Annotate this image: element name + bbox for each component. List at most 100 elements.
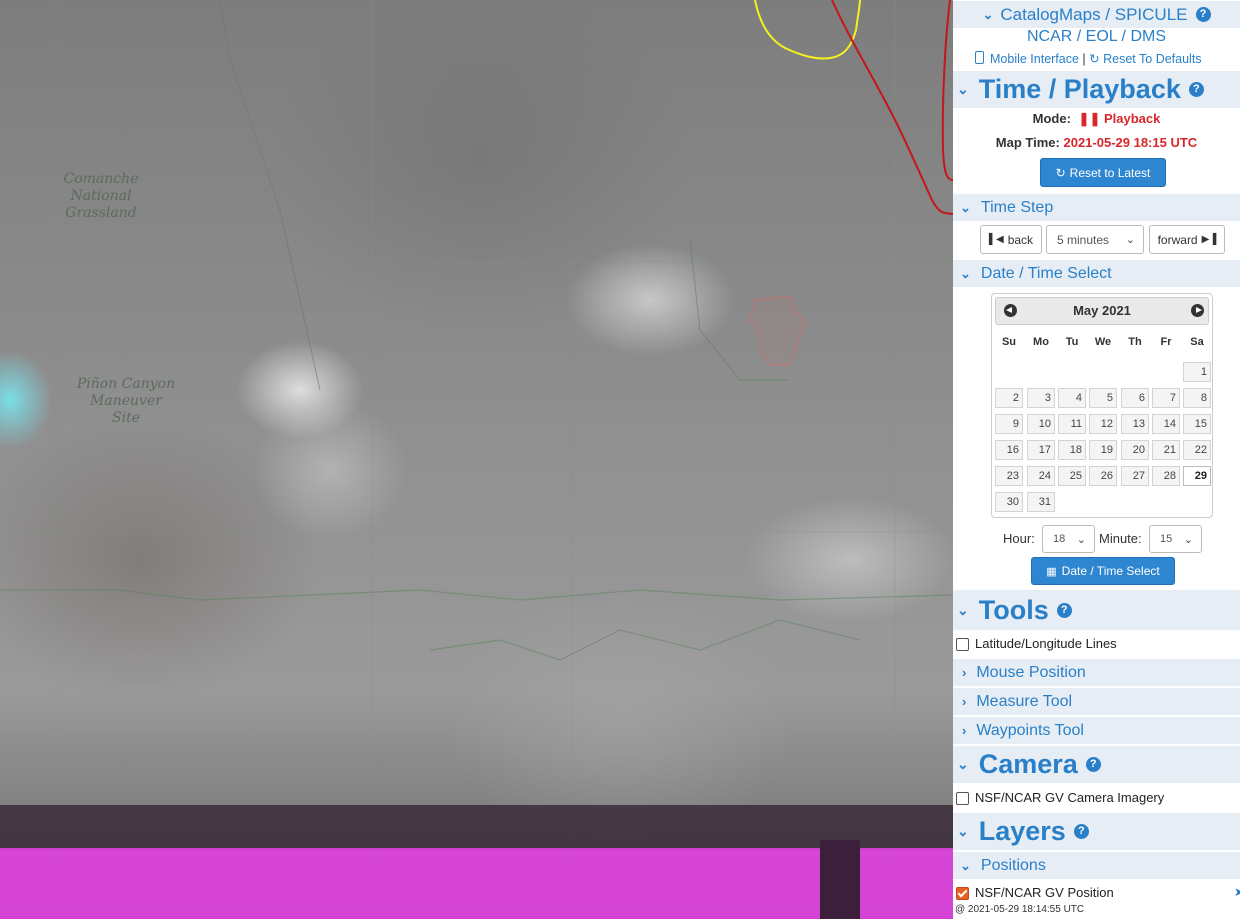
mode-value: Playback bbox=[1103, 111, 1161, 126]
help-icon[interactable]: ? bbox=[1195, 7, 1211, 22]
day-cell[interactable]: 2 bbox=[995, 388, 1023, 408]
day-cell[interactable]: 13 bbox=[1121, 414, 1149, 434]
day-cell[interactable]: 10 bbox=[1027, 414, 1055, 434]
map-canvas[interactable]: Comanche National Grassland Piñon Canyon… bbox=[0, 0, 953, 919]
checkbox-checked[interactable] bbox=[956, 887, 969, 901]
day-cell[interactable]: 11 bbox=[1058, 414, 1086, 434]
day-cell[interactable]: 27 bbox=[1121, 466, 1149, 486]
day-cell[interactable]: 25 bbox=[1058, 466, 1086, 486]
day-cell[interactable]: 26 bbox=[1089, 466, 1117, 486]
section-title: Time Step bbox=[980, 198, 1054, 216]
day-cell[interactable]: 19 bbox=[1089, 440, 1117, 460]
mode-row: Mode: ❚❚ Playback bbox=[953, 111, 1240, 127]
day-cell[interactable]: 21 bbox=[1152, 440, 1180, 460]
next-month-button[interactable] bbox=[1191, 304, 1204, 317]
chevron-right-icon: › bbox=[962, 694, 967, 709]
day-cell[interactable]: 30 bbox=[995, 492, 1023, 512]
day-cell[interactable]: 20 bbox=[1121, 440, 1149, 460]
gv-position-toggle[interactable]: NSF/NCAR GV Position bbox=[956, 885, 1114, 901]
day-cell[interactable]: 24 bbox=[1027, 466, 1055, 486]
reset-to-latest-button[interactable]: ↻ Reset to Latest bbox=[1040, 158, 1166, 187]
hour-label: Hour: bbox=[1003, 531, 1035, 546]
restricted-area-outline bbox=[749, 295, 806, 366]
latlon-lines-label: Latitude/Longitude Lines bbox=[975, 636, 1117, 651]
camera-imagery-toggle[interactable]: NSF/NCAR GV Camera Imagery bbox=[956, 790, 1164, 806]
day-cell[interactable]: 4 bbox=[1058, 388, 1086, 408]
day-cell[interactable]: 5 bbox=[1089, 388, 1117, 408]
positions-header[interactable]: ⌄ Positions bbox=[953, 851, 1240, 879]
prev-month-button[interactable] bbox=[1004, 304, 1017, 317]
chevron-down-icon: ⌄ bbox=[960, 199, 971, 215]
day-cell[interactable]: 22 bbox=[1183, 440, 1211, 460]
step-forward-button[interactable]: forward ▶▐ bbox=[1149, 225, 1225, 254]
day-cell[interactable]: 28 bbox=[1152, 466, 1180, 486]
day-cell[interactable]: 23 bbox=[995, 466, 1023, 486]
chevron-down-icon: ⌄ bbox=[957, 823, 969, 839]
day-cell-selected[interactable]: 29 bbox=[1183, 466, 1211, 486]
map-label-line: Site bbox=[112, 410, 140, 426]
chevron-down-icon: ⌄ bbox=[982, 6, 994, 22]
date-select-header[interactable]: ⌄ Date / Time Select bbox=[953, 259, 1240, 287]
day-cell[interactable]: 14 bbox=[1152, 414, 1180, 434]
help-icon[interactable]: ? bbox=[1188, 82, 1204, 97]
day-cell[interactable]: 31 bbox=[1027, 492, 1055, 512]
link-separator: | bbox=[1082, 52, 1086, 66]
minute-select[interactable]: 15 ⌄ bbox=[1149, 525, 1202, 553]
day-cell[interactable]: 9 bbox=[995, 414, 1023, 434]
ncar-link[interactable]: NCAR bbox=[1027, 28, 1072, 45]
camera-header[interactable]: ⌄ Camera ? bbox=[953, 745, 1240, 783]
chevron-down-icon: ⌄ bbox=[960, 857, 971, 873]
arrow-right-icon bbox=[1196, 307, 1202, 313]
help-icon[interactable]: ? bbox=[1056, 602, 1072, 618]
time-step-header[interactable]: ⌄ Time Step bbox=[953, 193, 1240, 221]
section-title: Date / Time Select bbox=[980, 264, 1112, 282]
chevron-down-icon: ⌄ bbox=[957, 81, 969, 97]
day-cell[interactable]: 18 bbox=[1058, 440, 1086, 460]
day-cell[interactable]: 12 bbox=[1089, 414, 1117, 434]
weekday-label: Su bbox=[1001, 336, 1017, 348]
weekday-label: Mo bbox=[1033, 336, 1049, 348]
dms-link[interactable]: DMS bbox=[1130, 28, 1166, 45]
day-cell[interactable]: 6 bbox=[1121, 388, 1149, 408]
flight-track-red-2 bbox=[941, 0, 953, 181]
weekday-label: Th bbox=[1128, 336, 1142, 348]
mobile-interface-link[interactable]: Mobile Interface bbox=[990, 52, 1079, 66]
map-label-line: Grassland bbox=[65, 205, 137, 221]
latlon-lines-toggle[interactable]: Latitude/Longitude Lines bbox=[956, 636, 1117, 652]
day-cell[interactable]: 8 bbox=[1183, 388, 1211, 408]
help-icon[interactable]: ? bbox=[1085, 757, 1101, 772]
day-cell[interactable]: 1 bbox=[1183, 362, 1211, 382]
section-title: Mouse Position bbox=[976, 663, 1086, 681]
day-cell[interactable]: 15 bbox=[1183, 414, 1211, 434]
waypoints-tool-header[interactable]: › Waypoints Tool bbox=[953, 716, 1240, 744]
section-title: Measure Tool bbox=[976, 692, 1073, 710]
gv-position-time: @ 2021-05-29 18:14:55 UTC bbox=[955, 904, 1085, 915]
time-playback-header[interactable]: ⌄ Time / Playback ? bbox=[953, 70, 1240, 108]
day-cell[interactable]: 16 bbox=[995, 440, 1023, 460]
reset-defaults-link[interactable]: Reset To Defaults bbox=[1103, 52, 1201, 66]
mouse-position-header[interactable]: › Mouse Position bbox=[953, 658, 1240, 686]
step-back-label: back bbox=[1007, 232, 1034, 247]
map-label-pinon: Piñon Canyon Maneuver Site bbox=[70, 376, 182, 427]
measure-tool-header[interactable]: › Measure Tool bbox=[953, 687, 1240, 715]
hour-select[interactable]: 18 ⌄ bbox=[1042, 525, 1095, 553]
datepicker-header: May 2021 bbox=[995, 297, 1209, 325]
help-icon[interactable]: ? bbox=[1073, 824, 1089, 839]
checkbox[interactable] bbox=[956, 792, 969, 806]
tools-header[interactable]: ⌄ Tools ? bbox=[953, 589, 1240, 630]
checkbox[interactable] bbox=[956, 638, 969, 652]
day-cell[interactable]: 7 bbox=[1152, 388, 1180, 408]
section-title: Camera bbox=[978, 749, 1078, 779]
day-cell[interactable]: 3 bbox=[1027, 388, 1055, 408]
flight-track-red bbox=[831, 0, 953, 215]
aircraft-icon[interactable]: ➤ bbox=[1234, 885, 1240, 899]
app-title[interactable]: CatalogMaps / SPICULE bbox=[1000, 5, 1187, 25]
time-step-select[interactable]: 5 minutes ⌄ bbox=[1046, 225, 1144, 254]
day-cell[interactable]: 17 bbox=[1027, 440, 1055, 460]
app-title-bar[interactable]: ⌄ CatalogMaps / SPICULE ? bbox=[953, 0, 1240, 28]
step-back-button[interactable]: ▌◀ back bbox=[980, 225, 1042, 254]
date-time-select-button[interactable]: ▦ Date / Time Select bbox=[1031, 557, 1175, 585]
layers-header[interactable]: ⌄ Layers ? bbox=[953, 812, 1240, 850]
eol-link[interactable]: EOL bbox=[1086, 28, 1117, 45]
weekday-label: Sa bbox=[1190, 336, 1204, 348]
